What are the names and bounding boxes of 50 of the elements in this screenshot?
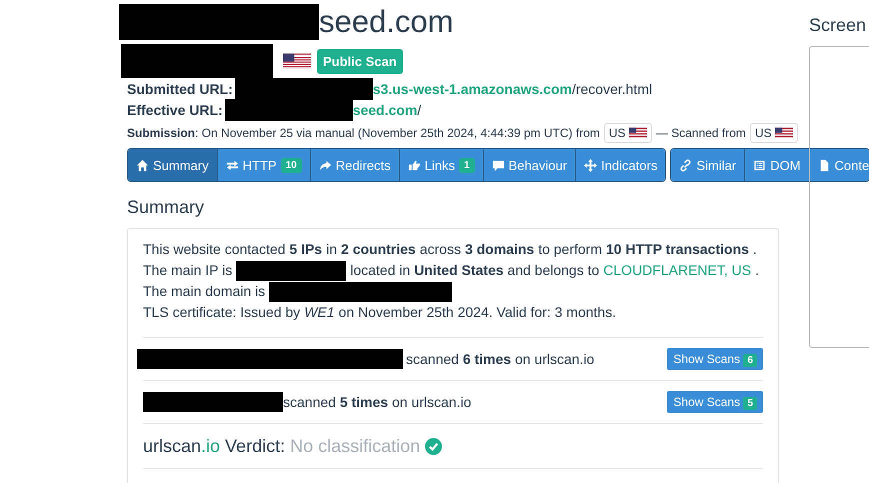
- scanned-from-label: — Scanned from: [656, 126, 746, 140]
- verdict-brand: urlscan: [143, 436, 202, 456]
- nav-tab[interactable]: Indicators: [575, 149, 666, 181]
- submission-text: Submission: On November 25 via manual (November 25th 2024, 4:44:39 pm UTC) from: [127, 126, 600, 140]
- speech-bubble-icon: [492, 158, 505, 172]
- nav-tab[interactable]: Behaviour: [482, 149, 576, 181]
- public-scan-badge: Public Scan: [317, 48, 403, 74]
- move-icon: [584, 158, 598, 172]
- summary-text: located in United States and belongs to: [350, 261, 600, 280]
- effective-url-label: Effective URL:: [127, 102, 223, 118]
- nav-tab[interactable]: Links 1: [398, 149, 483, 181]
- show-scans-button[interactable]: Show Scans 5: [667, 391, 763, 413]
- section-heading: Screen: [809, 15, 868, 36]
- nav-tab[interactable]: Summary: [128, 149, 217, 181]
- summary-text: TLS certificate: Issued by WE1 on November 25th 2024. Valid for: 3 months.: [143, 303, 618, 322]
- section-heading: Summary: [127, 197, 206, 218]
- arrow-icon: [318, 158, 332, 172]
- summary-text: The main IP is: [143, 261, 232, 280]
- submitted-url-label: Submitted URL:: [127, 80, 233, 96]
- nav-tab[interactable]: Redirects: [310, 149, 399, 181]
- check-circle-icon: [425, 438, 442, 454]
- flag-icon: [774, 127, 793, 138]
- flag-icon: [628, 127, 647, 138]
- summary-text: The main domain is: [143, 282, 266, 301]
- home-icon: [136, 158, 149, 172]
- nav-tab[interactable]: Conte: [808, 149, 869, 181]
- verdict-brand-suffix: .io: [201, 436, 220, 456]
- effective-url-link[interactable]: seed.com: [352, 102, 418, 118]
- nav-tab[interactable]: Similar: [671, 149, 744, 181]
- scan-count-text: scanned 5 times on urlscan.io: [283, 394, 472, 410]
- verdict-label: Verdict:: [225, 436, 286, 456]
- url-path: /recover.html: [572, 80, 652, 96]
- country-chip: US: [604, 123, 652, 143]
- list-icon: [753, 158, 766, 172]
- summary-text: .: [755, 261, 759, 280]
- submitted-url-link[interactable]: s3.us-west-1.amazonaws.com: [372, 80, 572, 96]
- page-title: seed.com: [319, 4, 454, 40]
- country-chip: US: [750, 123, 798, 143]
- scan-count-text: scanned 6 times on urlscan.io: [406, 351, 596, 367]
- arrows-icon: [226, 158, 239, 172]
- asn-link[interactable]: CLOUDFLARENET, US: [603, 260, 752, 281]
- link-icon: [679, 158, 692, 172]
- nav-tab[interactable]: DOM: [744, 149, 809, 181]
- show-scans-button[interactable]: Show Scans 6: [667, 348, 763, 370]
- flag-icon: [283, 52, 311, 70]
- summary-text: This website contacted 5 IPs in 2 countries across 3 domains to perform 10 HTTP transactions.: [143, 240, 758, 259]
- nav-tab[interactable]: HTTP 10: [216, 149, 310, 181]
- hand-icon: [408, 158, 421, 172]
- url-path: /: [417, 102, 422, 118]
- verdict-value: No classification: [290, 436, 420, 456]
